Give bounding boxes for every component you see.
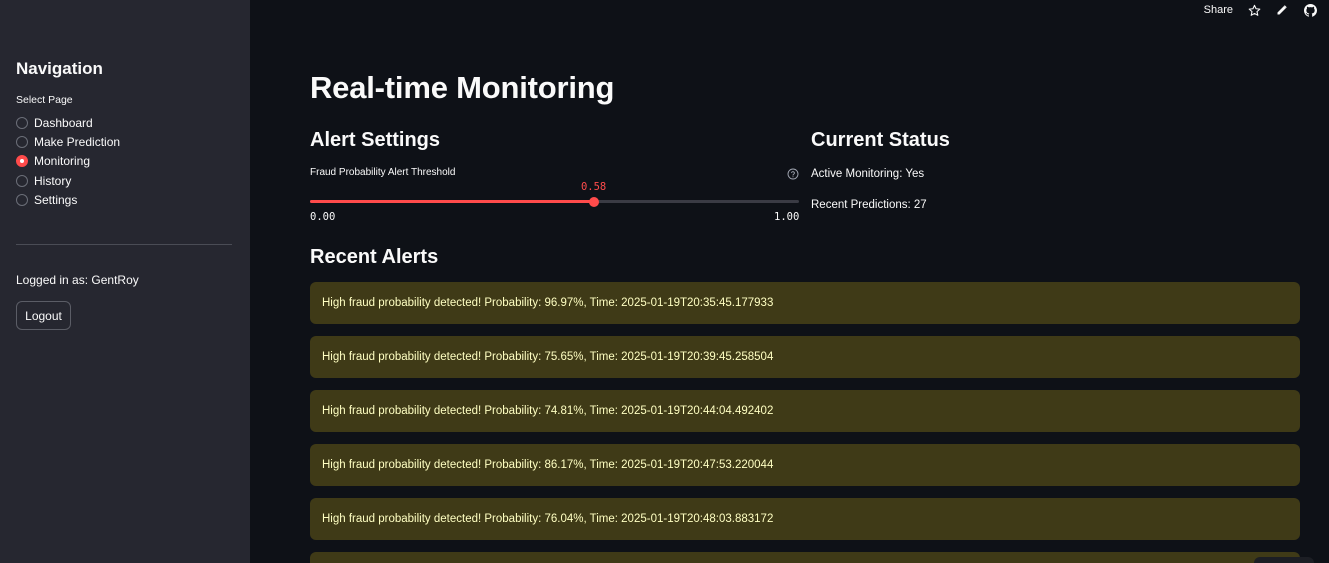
radio-label: Dashboard — [34, 115, 93, 130]
sidebar-title: Navigation — [16, 59, 103, 78]
alert-item: High fraud probability detected! Probabi… — [310, 282, 1300, 324]
github-icon[interactable] — [1303, 3, 1317, 17]
threshold-slider-max: 1.00 — [774, 211, 800, 223]
radio-label: Settings — [34, 192, 78, 207]
alert-item: High fraud probability detected! Probabi… — [310, 390, 1300, 432]
alert-settings-heading: Alert Settings — [310, 129, 441, 151]
radio-dashboard[interactable]: Dashboard — [16, 113, 120, 132]
radio-button-checked-icon[interactable] — [16, 155, 28, 168]
threshold-slider-value: 0.58 — [580, 181, 607, 193]
logout-button[interactable]: Logout — [16, 301, 71, 330]
radio-button-icon[interactable] — [16, 135, 28, 148]
threshold-slider[interactable] — [310, 196, 799, 207]
recent-alerts-list: High fraud probability detected! Probabi… — [310, 282, 1300, 552]
threshold-slider-handle[interactable] — [588, 196, 599, 207]
radio-label: History — [34, 173, 72, 188]
active-monitoring-status: Active Monitoring: Yes — [811, 168, 925, 180]
radio-settings[interactable]: Settings — [16, 190, 120, 209]
star-icon[interactable] — [1247, 3, 1261, 17]
radio-monitoring[interactable]: Monitoring — [16, 152, 120, 171]
alert-item: High fraud probability detected! Probabi… — [310, 444, 1300, 486]
edit-icon[interactable] — [1275, 3, 1289, 17]
threshold-slider-label: Fraud Probability Alert Threshold — [310, 167, 456, 178]
top-toolbar: Share — [1204, 2, 1317, 18]
threshold-slider-fill — [310, 200, 594, 203]
manage-app-badge[interactable] — [1254, 557, 1314, 563]
sidebar: Navigation Select Page Dashboard Make Pr… — [0, 0, 250, 563]
alert-item: High fraud probability detected! Probabi… — [310, 498, 1300, 540]
sidebar-divider — [16, 244, 232, 245]
radio-button-icon[interactable] — [16, 174, 28, 187]
radio-label: Monitoring — [34, 154, 91, 169]
recent-predictions-count: Recent Predictions: 27 — [811, 199, 927, 211]
recent-alerts-heading: Recent Alerts — [310, 246, 439, 268]
current-status-heading: Current Status — [811, 129, 950, 151]
radio-label: Make Prediction — [34, 134, 121, 149]
logged-in-text: Logged in as: GentRoy — [16, 273, 139, 287]
radio-make-prediction[interactable]: Make Prediction — [16, 132, 120, 151]
select-page-label: Select Page — [16, 94, 73, 106]
page-radio-group: Dashboard Make Prediction Monitoring His… — [16, 113, 120, 209]
alert-item: High fraud probability detected! Probabi… — [310, 336, 1300, 378]
app-root: Navigation Select Page Dashboard Make Pr… — [0, 0, 1329, 563]
radio-history[interactable]: History — [16, 171, 120, 190]
alert-item-partial — [310, 552, 1300, 563]
help-icon[interactable] — [787, 167, 799, 180]
page-title: Real-time Monitoring — [310, 70, 615, 105]
threshold-slider-min: 0.00 — [310, 211, 336, 223]
radio-button-icon[interactable] — [16, 116, 28, 129]
share-button[interactable]: Share — [1204, 4, 1233, 16]
radio-button-icon[interactable] — [16, 193, 28, 206]
